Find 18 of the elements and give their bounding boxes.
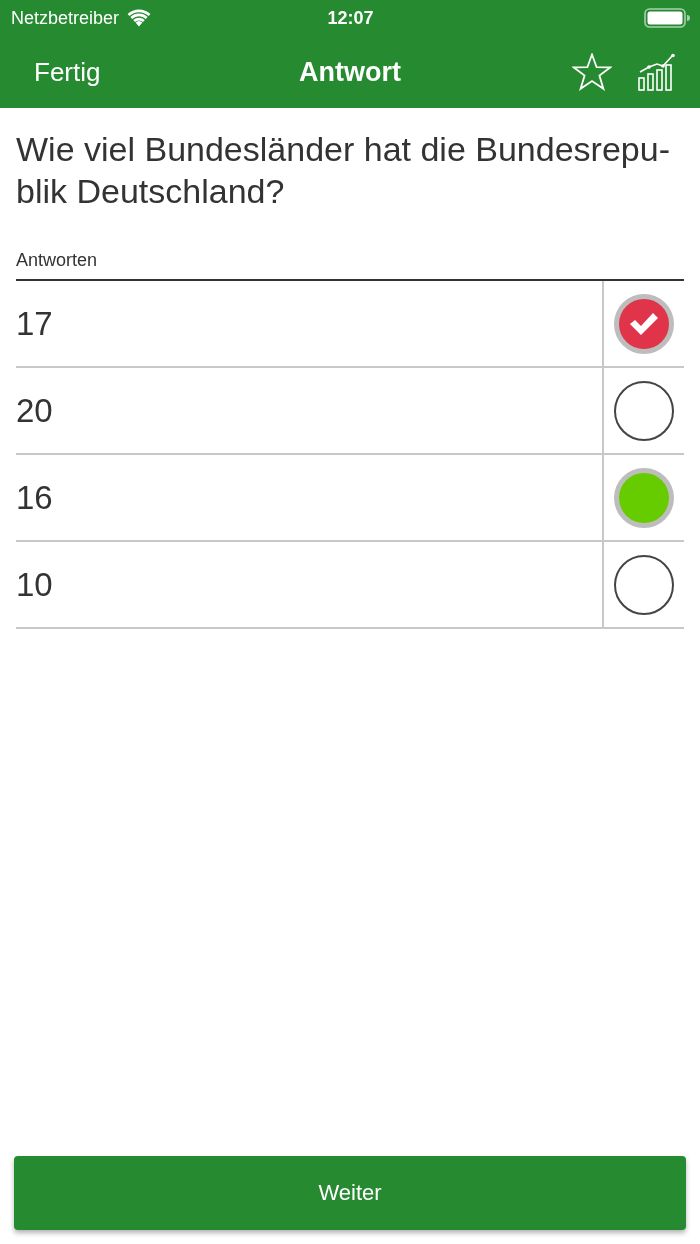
wifi-icon — [127, 9, 152, 27]
done-button[interactable]: Fertig — [24, 56, 111, 88]
checkmark-icon — [629, 311, 659, 336]
answer-text: 17 — [16, 304, 53, 343]
carrier-name: Netzbetreiber — [11, 7, 120, 29]
answer-text: 16 — [16, 478, 53, 517]
star-icon — [572, 53, 612, 91]
statistics-button[interactable] — [638, 53, 676, 91]
favorite-button[interactable] — [572, 53, 612, 91]
answer-text: 10 — [16, 565, 53, 604]
question-text: Wie viel Bundesländer hat die Bundesrepu-blik Deutschland? — [16, 129, 671, 212]
next-button[interactable]: Weiter — [14, 1156, 686, 1230]
section-header: Antworten — [16, 250, 98, 271]
bar-chart-icon — [638, 53, 676, 91]
battery-icon — [644, 8, 690, 28]
status-time: 12:07 — [327, 7, 374, 29]
answer-text: 20 — [16, 391, 53, 430]
screen-title: Antwort — [299, 56, 401, 88]
